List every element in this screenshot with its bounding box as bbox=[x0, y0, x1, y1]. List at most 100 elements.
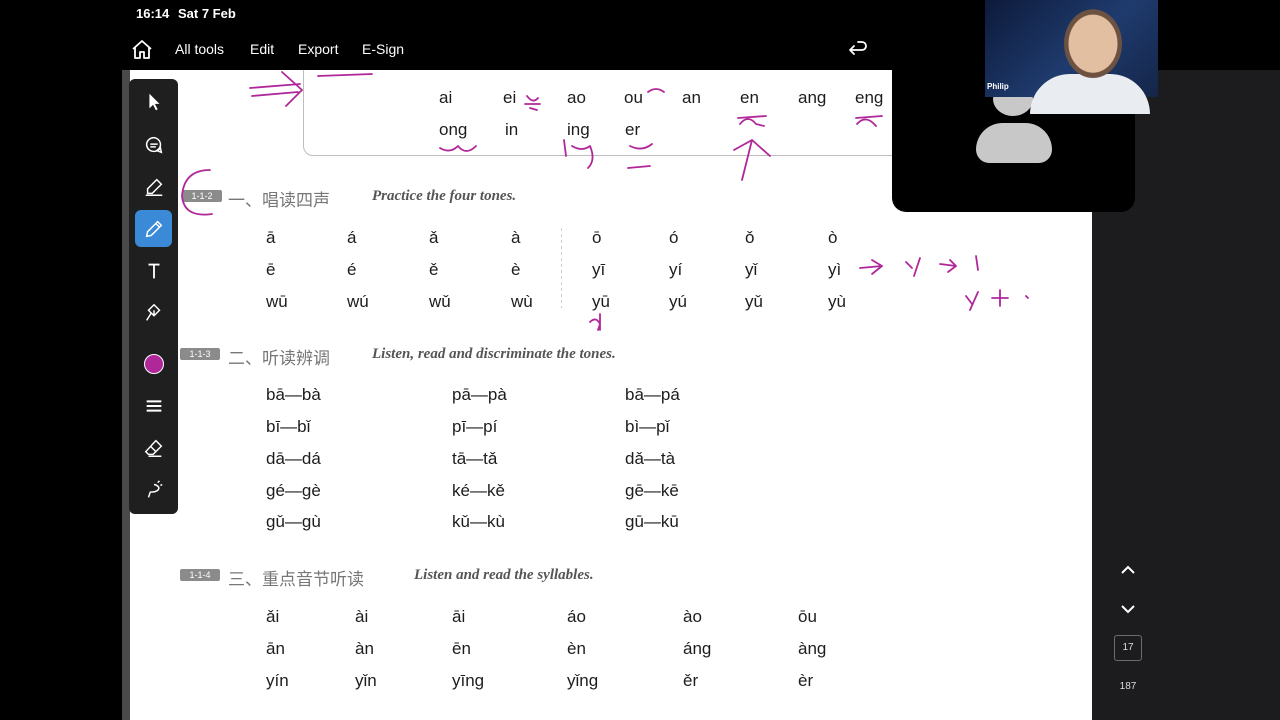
tone-pair-cell: dǎ—tà bbox=[625, 449, 676, 468]
tone-drill-cell: yǔ bbox=[745, 292, 763, 311]
tone-pair-cell: bì—pǐ bbox=[625, 417, 670, 436]
tone-pair-cell: tā—tǎ bbox=[452, 449, 498, 468]
cursor-icon bbox=[148, 93, 159, 110]
syllable-cell: àn bbox=[355, 639, 374, 658]
syllable-cell: yín bbox=[266, 671, 289, 690]
highlight-tool[interactable] bbox=[135, 168, 172, 205]
tone-drill-cell: é bbox=[347, 260, 357, 279]
tone-drill-cell: wū bbox=[266, 292, 288, 311]
chevron-up-icon[interactable] bbox=[1116, 558, 1140, 582]
undo-icon[interactable] bbox=[846, 38, 870, 62]
tone-pair-cell: gǔ—gù bbox=[266, 512, 321, 531]
tone-pair-cell: ké—kě bbox=[452, 481, 505, 500]
syllable-cell: èn bbox=[567, 639, 586, 658]
chevron-down-icon[interactable] bbox=[1116, 597, 1140, 621]
tone-drill-cell: ǎ bbox=[429, 228, 439, 247]
tone-drill-cell: ǒ bbox=[745, 228, 755, 247]
text-icon bbox=[148, 263, 159, 278]
tone-pair-cell: bā—pá bbox=[625, 385, 680, 404]
tone-pair-cell: bī—bǐ bbox=[266, 417, 311, 436]
esign-menu[interactable]: E-Sign bbox=[362, 41, 404, 57]
date: Sat 7 Feb bbox=[178, 6, 236, 21]
syllable-cell: àng bbox=[798, 639, 827, 658]
export-menu[interactable]: Export bbox=[298, 41, 338, 57]
final-an: an bbox=[682, 88, 701, 107]
tone-pair-cell: gē—kē bbox=[625, 481, 679, 500]
syllable-cell: yǐng bbox=[567, 671, 599, 690]
final-ong: ong bbox=[439, 120, 468, 139]
fountain-pen-icon bbox=[145, 303, 161, 321]
line-weight-icon bbox=[146, 399, 161, 412]
section3-title-cn: 三、重点音节听读 bbox=[228, 570, 364, 590]
tone-drill-cell: wù bbox=[511, 292, 533, 311]
final-ao: ao bbox=[567, 88, 586, 107]
syllable-cell: āi bbox=[452, 607, 466, 626]
participant-name: Philip bbox=[987, 82, 1009, 91]
syllable-cell: ěr bbox=[683, 671, 699, 690]
select-tool[interactable] bbox=[135, 83, 172, 120]
section3-title-en: Listen and read the syllables. bbox=[414, 567, 594, 583]
pen-tool[interactable] bbox=[135, 210, 172, 247]
section1-title-en: Practice the four tones. bbox=[372, 188, 517, 204]
tone-drill-cell: yǐ bbox=[745, 260, 758, 279]
tone-drill-cell: à bbox=[511, 228, 521, 247]
tone-drill-cell: wú bbox=[347, 292, 369, 311]
syllable-cell: ōu bbox=[798, 607, 817, 626]
tone-drill-cell: ò bbox=[828, 228, 838, 247]
tone-drill-cell: á bbox=[347, 228, 357, 247]
tone-drill-cell: ā bbox=[266, 228, 276, 247]
syllable-cell: ài bbox=[355, 607, 369, 626]
clock: 16:14 bbox=[136, 6, 170, 21]
syllable-cell: áng bbox=[683, 639, 712, 658]
line-weight-tool[interactable] bbox=[135, 387, 172, 424]
text-tool[interactable] bbox=[135, 252, 172, 289]
syllable-cell: ēn bbox=[452, 639, 471, 658]
sign-tool[interactable] bbox=[135, 294, 172, 331]
final-eng: eng bbox=[855, 88, 884, 107]
tone-drill-cell: yī bbox=[592, 260, 606, 279]
tone-drill-cell: ě bbox=[429, 260, 439, 279]
home-icon[interactable] bbox=[130, 38, 154, 62]
final-ang: ang bbox=[798, 88, 827, 107]
comment-icon bbox=[145, 136, 162, 154]
tone-drill-cell: ō bbox=[592, 228, 602, 247]
section2-title-cn: 二、听读辨调 bbox=[228, 349, 330, 369]
audio-badge[interactable]: 1-1-2 bbox=[182, 190, 222, 202]
eraser-tool[interactable] bbox=[135, 429, 172, 466]
final-ei: ei bbox=[503, 88, 517, 107]
column-divider bbox=[561, 228, 562, 308]
lasso-icon bbox=[147, 479, 163, 498]
tone-drill-cell: yū bbox=[592, 292, 610, 311]
eraser-icon bbox=[144, 439, 162, 457]
final-ing: ing bbox=[567, 120, 590, 139]
final-ai: ai bbox=[439, 88, 453, 107]
all-tools-menu[interactable]: All tools bbox=[175, 41, 224, 57]
edit-menu[interactable]: Edit bbox=[250, 41, 274, 57]
highlighter-icon bbox=[145, 178, 162, 196]
tone-pair-cell: kǔ—kù bbox=[452, 512, 505, 531]
audio-badge[interactable]: 1-1-4 bbox=[180, 569, 220, 581]
tone-drill-cell: è bbox=[511, 260, 521, 279]
current-page-input[interactable]: 17 bbox=[1114, 635, 1142, 661]
avatar-placeholder-body bbox=[976, 123, 1052, 163]
final-ou: ou bbox=[624, 88, 643, 107]
tone-drill-cell: yú bbox=[669, 292, 687, 311]
tone-pair-cell: bā—bà bbox=[266, 385, 321, 404]
comment-tool[interactable] bbox=[135, 126, 172, 163]
tone-drill-cell: yí bbox=[669, 260, 683, 279]
tone-pair-cell: dā—dá bbox=[266, 449, 321, 468]
lasso-tool[interactable] bbox=[135, 471, 172, 508]
syllable-cell: yīng bbox=[452, 671, 485, 690]
color-swatch[interactable] bbox=[135, 345, 172, 382]
section2-title-en: Listen, read and discriminate the tones. bbox=[372, 346, 616, 362]
final-en: en bbox=[740, 88, 759, 107]
final-er: er bbox=[625, 120, 641, 139]
syllable-cell: ǎi bbox=[266, 607, 280, 626]
syllable-cell: áo bbox=[567, 607, 586, 626]
section1-title-cn: 一、唱读四声 bbox=[228, 191, 330, 211]
pen-icon bbox=[145, 220, 162, 237]
tool-palette bbox=[129, 79, 178, 514]
left-gutter bbox=[0, 70, 122, 720]
audio-badge[interactable]: 1-1-3 bbox=[180, 348, 220, 360]
syllable-cell: ào bbox=[683, 607, 702, 626]
